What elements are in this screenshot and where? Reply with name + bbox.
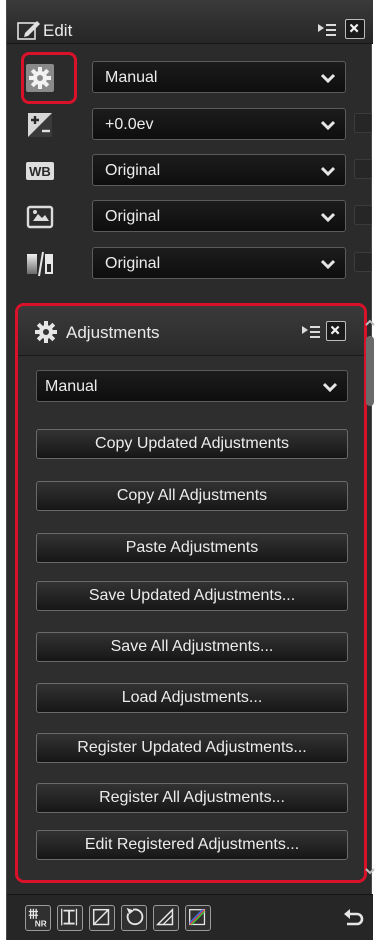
load-adjustments-button[interactable]: Load Adjustments... [36, 683, 348, 713]
white-balance-checkbox[interactable] [354, 159, 372, 179]
edit-row-picture-control: Original [7, 199, 373, 235]
edit-panel: Edit Manual +0.0ev WB Original Original … [6, 0, 375, 940]
adjustments-preset-value: Manual [45, 378, 98, 395]
d-lighting-select[interactable]: Original [92, 247, 346, 279]
register-all-adjustments-button[interactable]: Register All Adjustments... [36, 783, 348, 813]
exposure-select-value: +0.0ev [105, 116, 154, 133]
white-balance-icon: WB [26, 162, 54, 180]
white-balance-select-value: Original [105, 162, 161, 179]
chevron-down-icon [321, 73, 335, 83]
gear-highlight-outline [21, 52, 77, 104]
save-all-adjustments-button[interactable]: Save All Adjustments... [36, 632, 348, 662]
picture-control-checkbox[interactable] [354, 205, 372, 225]
chevron-down-icon [321, 120, 335, 130]
save-updated-adjustments-button[interactable]: Save Updated Adjustments... [36, 581, 348, 611]
adjustments-panel: Adjustments Manual Copy Updated Adjustme… [15, 303, 367, 883]
edit-panel-title: Edit [43, 21, 73, 40]
levels-icon[interactable] [89, 905, 115, 931]
chevron-down-icon [323, 382, 337, 392]
adjustments-title: Adjustments [66, 323, 160, 342]
adjustments-preset-select[interactable]: Manual [36, 370, 348, 402]
white-balance-select[interactable]: Original [92, 154, 346, 186]
active-d-lighting-icon [27, 251, 53, 277]
copy-updated-adjustments-button[interactable]: Copy Updated Adjustments [36, 429, 348, 459]
edit-panel-title-bar: Edit [7, 0, 373, 44]
exposure-compensation-icon [28, 113, 52, 137]
panel-menu-icon[interactable] [317, 22, 337, 38]
adjustments-header: Adjustments [18, 306, 364, 356]
app-root: Edit Manual +0.0ev WB Original Original … [0, 0, 376, 940]
scroll-up-icon[interactable] [365, 318, 375, 328]
d-lighting-checkbox[interactable] [354, 252, 372, 272]
edit-row-d-lighting: Original [7, 246, 373, 282]
bottom-toolbar: NR [7, 894, 373, 940]
picture-control-icon [26, 205, 54, 229]
rotate-icon[interactable] [121, 905, 147, 931]
chevron-down-icon [321, 212, 335, 222]
chevron-down-icon [321, 259, 335, 269]
edit-registered-adjustments-button[interactable]: Edit Registered Adjustments... [36, 830, 348, 860]
scrollbar-thumb[interactable] [366, 336, 374, 406]
perspective-icon[interactable] [153, 905, 179, 931]
straighten-icon[interactable] [57, 905, 83, 931]
preset-select-value: Manual [105, 69, 158, 86]
scroll-down-icon[interactable] [365, 866, 375, 876]
panel-menu-icon[interactable] [301, 324, 321, 340]
preset-select[interactable]: Manual [92, 61, 346, 93]
edit-icon [17, 21, 40, 40]
exposure-checkbox[interactable] [354, 113, 372, 133]
svg-text:NR: NR [35, 918, 47, 928]
register-updated-adjustments-button[interactable]: Register Updated Adjustments... [36, 733, 348, 763]
copy-all-adjustments-button[interactable]: Copy All Adjustments [36, 481, 348, 511]
noise-reduction-icon[interactable]: NR [25, 905, 51, 931]
gear-icon [35, 321, 57, 343]
d-lighting-select-value: Original [105, 255, 161, 272]
edit-row-exposure: +0.0ev [7, 107, 373, 143]
edit-row-white-balance: WB Original [7, 153, 373, 189]
paste-adjustments-button[interactable]: Paste Adjustments [36, 533, 348, 563]
close-icon[interactable] [326, 321, 346, 341]
undo-icon[interactable] [343, 909, 365, 929]
close-icon[interactable] [345, 19, 365, 39]
picture-control-select[interactable]: Original [92, 200, 346, 232]
picture-control-select-value: Original [105, 208, 161, 225]
svg-text:WB: WB [29, 164, 51, 179]
exposure-select[interactable]: +0.0ev [92, 108, 346, 140]
color-curve-icon[interactable] [185, 905, 211, 931]
chevron-down-icon [321, 166, 335, 176]
